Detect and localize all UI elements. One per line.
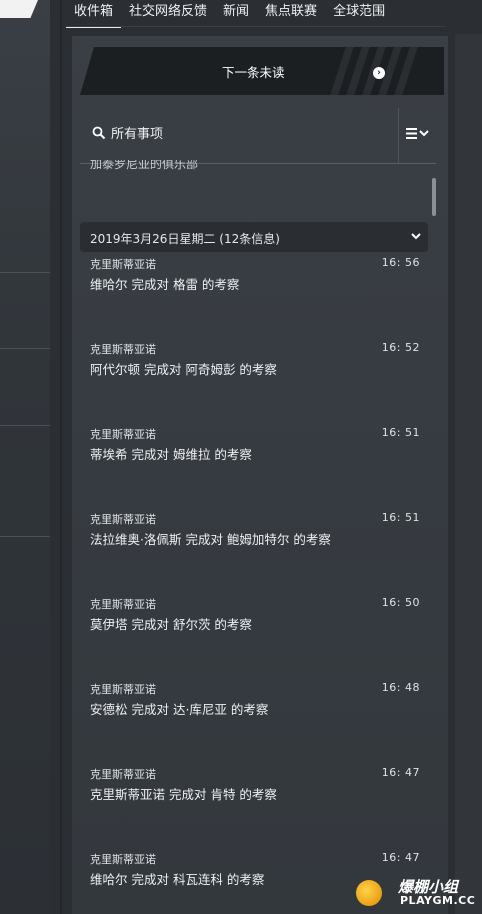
left-side-panel [0,0,50,914]
watermark-url: PLAYGM.CC [400,894,476,907]
message-subject: 克里斯蒂亚诺 完成对 肯特 的考察 [90,787,277,802]
message-subject: 维哈尔 完成对 格雷 的考察 [90,277,240,292]
message-sender: 克里斯蒂亚诺 [90,683,156,696]
message-subject: 莫伊塔 完成对 舒尔茨 的考察 [90,617,252,632]
panel-divider [60,0,62,914]
message-item[interactable]: 克里斯蒂亚诺 16: 51 蒂埃希 完成对 姆维拉 的考察 [90,426,420,476]
chevron-right-icon: › [373,67,385,79]
message-subject: 维哈尔 完成对 科瓦连科 的考察 [90,872,265,887]
left-panel-divider [0,536,50,537]
message-sender: 克里斯蒂亚诺 [90,513,156,526]
watermark-logo: 爆棚小组 PLAYGM.CC [350,872,476,912]
scrollbar-thumb[interactable] [432,178,436,216]
left-panel-divider [0,272,50,273]
left-panel-divider [0,348,50,349]
message-sender: 克里斯蒂亚诺 [90,768,156,781]
message-time: 16: 51 [381,426,420,439]
filter-separator [398,108,399,163]
message-subject: 蒂埃希 完成对 姆维拉 的考察 [90,447,252,462]
truncated-message-text: 加泰罗尼亚的俱乐部 [90,160,199,171]
message-sender: 克里斯蒂亚诺 [90,853,156,866]
tab-inbox[interactable]: 收件箱 [66,0,122,28]
chevron-down-icon [411,233,421,240]
tab-news[interactable]: 新闻 [215,0,257,26]
inbox-tabs: 收件箱 社交网络反馈 新闻 焦点联赛 全球范围 [66,0,393,28]
message-sender: 克里斯蒂亚诺 [90,258,156,271]
message-subject: 法拉维奥·洛佩斯 完成对 鲍姆加特尔 的考察 [90,532,331,547]
search-icon [92,126,106,140]
left-panel-divider [0,425,50,426]
message-item[interactable]: 克里斯蒂亚诺 16: 50 莫伊塔 完成对 舒尔茨 的考察 [90,596,420,646]
message-item[interactable]: 克里斯蒂亚诺 16: 47 克里斯蒂亚诺 完成对 肯特 的考察 [90,766,420,816]
tab-social-feedback[interactable]: 社交网络反馈 [121,0,215,26]
message-subject: 阿代尔顿 完成对 阿奇姆彭 的考察 [90,362,277,377]
filter-bar: 所有事项 [80,108,436,164]
left-panel-header-block [0,0,38,18]
message-sender: 克里斯蒂亚诺 [90,428,156,441]
message-item[interactable]: 克里斯蒂亚诺 16: 52 阿代尔顿 完成对 阿奇姆彭 的考察 [90,341,420,391]
message-item[interactable]: 克里斯蒂亚诺 16: 48 安德松 完成对 达·库尼亚 的考察 [90,681,420,731]
date-group-header[interactable]: 2019年3月26日星期二 (12条信息) [80,222,428,252]
sort-menu-icon[interactable] [406,124,436,144]
watermark-emblem-icon [356,880,382,906]
message-time: 16: 51 [381,511,420,524]
message-sender: 克里斯蒂亚诺 [90,598,156,611]
message-time: 16: 50 [381,596,420,609]
tab-focus-league[interactable]: 焦点联赛 [257,0,325,26]
next-unread-button[interactable]: 下一条未读 › [80,47,444,95]
message-time: 16: 47 [381,766,420,779]
message-subject: 安德松 完成对 达·库尼亚 的考察 [90,702,269,717]
message-time: 16: 52 [381,341,420,354]
message-sender: 克里斯蒂亚诺 [90,343,156,356]
right-edge-panel [455,34,482,914]
tab-global[interactable]: 全球范围 [325,0,393,26]
message-item[interactable]: 克里斯蒂亚诺 16: 56 维哈尔 完成对 格雷 的考察 [90,256,420,306]
message-time: 16: 47 [381,851,420,864]
message-time: 16: 48 [381,681,420,694]
message-item[interactable]: 克里斯蒂亚诺 16: 51 法拉维奥·洛佩斯 完成对 鲍姆加特尔 的考察 [90,511,420,561]
next-unread-label: 下一条未读 [222,65,285,80]
tabs-baseline [66,26,446,27]
message-time: 16: 56 [381,256,420,269]
date-group-label: 2019年3月26日星期二 (12条信息) [90,232,280,246]
filter-dropdown[interactable]: 所有事项 [111,123,163,142]
